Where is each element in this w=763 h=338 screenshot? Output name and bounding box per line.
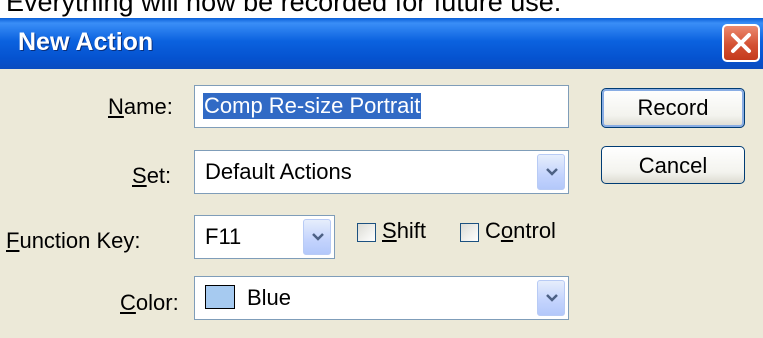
chevron-down-icon bbox=[546, 294, 558, 302]
shift-label[interactable]: Shift bbox=[382, 218, 426, 244]
close-icon bbox=[731, 33, 751, 53]
set-select[interactable]: Default Actions bbox=[194, 150, 569, 194]
name-input-value: Comp Re-size Portrait bbox=[203, 93, 422, 119]
function-key-label: Function Key: bbox=[6, 228, 141, 253]
title-bar[interactable]: New Action bbox=[0, 18, 763, 69]
chevron-down-icon bbox=[546, 168, 558, 176]
function-key-value: F11 bbox=[205, 224, 242, 249]
control-label[interactable]: Control bbox=[485, 218, 556, 244]
color-dropdown-button[interactable] bbox=[537, 280, 565, 316]
control-checkbox[interactable] bbox=[460, 223, 479, 242]
cancel-button[interactable]: Cancel bbox=[601, 146, 745, 184]
color-select-value: Blue bbox=[247, 285, 292, 310]
color-swatch bbox=[205, 285, 235, 309]
function-key-dropdown-button[interactable] bbox=[303, 219, 331, 255]
color-label: Color: bbox=[120, 290, 179, 315]
new-action-dialog: New Action Name: Comp Re-size Portrait S… bbox=[0, 18, 763, 338]
set-label: Set: bbox=[132, 163, 172, 188]
instruction-caption: Everything will now be recorded for futu… bbox=[6, 0, 562, 17]
shift-checkbox[interactable] bbox=[357, 223, 376, 242]
color-select[interactable]: Blue bbox=[194, 276, 569, 320]
name-label: Name: bbox=[108, 94, 173, 119]
set-select-value: Default Actions bbox=[205, 159, 352, 184]
close-button[interactable] bbox=[722, 24, 760, 62]
set-dropdown-button[interactable] bbox=[537, 154, 565, 190]
record-button[interactable]: Record bbox=[601, 88, 745, 128]
record-button-label: Record bbox=[637, 95, 709, 120]
dialog-title: New Action bbox=[18, 28, 154, 56]
chevron-down-icon bbox=[312, 233, 324, 241]
cancel-button-label: Cancel bbox=[638, 153, 708, 178]
name-input[interactable]: Comp Re-size Portrait bbox=[194, 85, 569, 128]
function-key-select[interactable]: F11 bbox=[194, 215, 335, 259]
